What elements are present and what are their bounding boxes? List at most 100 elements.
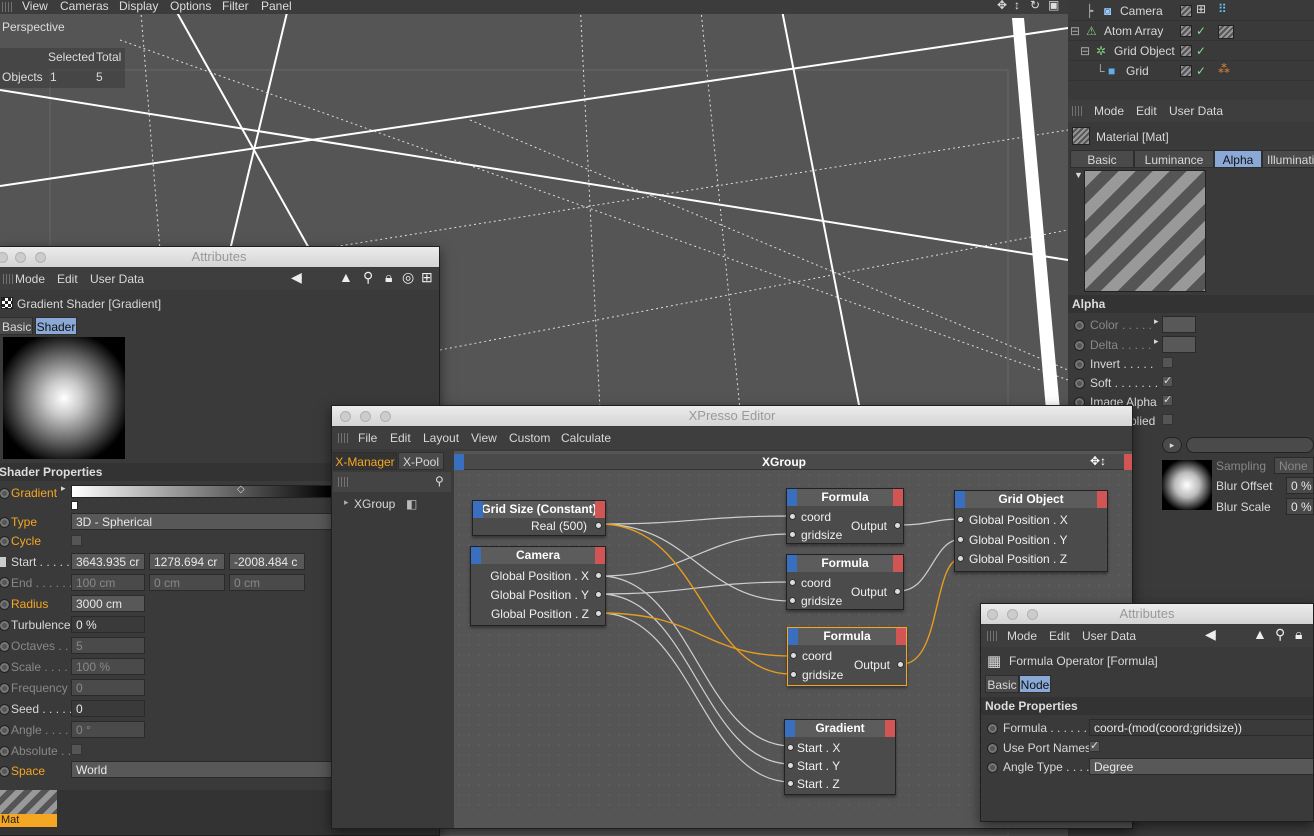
- play-icon[interactable]: ▸: [1162, 437, 1182, 453]
- angle-field[interactable]: 0 °: [71, 721, 145, 738]
- end-z-field[interactable]: 0 cm: [229, 574, 305, 591]
- input-port-dot[interactable]: [790, 671, 797, 678]
- material-tag-icon[interactable]: [1218, 25, 1234, 39]
- maximize-view-icon[interactable]: ▣: [1048, 0, 1059, 12]
- menu-cameras[interactable]: Cameras: [60, 0, 109, 13]
- angle-type-dropdown[interactable]: Degree: [1089, 758, 1313, 775]
- node-formula-3[interactable]: Formula coord gridsize Output: [787, 627, 907, 686]
- zoom-window-button[interactable]: [35, 252, 46, 263]
- frequency-field[interactable]: 0: [71, 679, 145, 696]
- zoom-window-button[interactable]: [1027, 609, 1038, 620]
- node-grid-object[interactable]: Grid Object Global Position . X Global P…: [954, 490, 1108, 572]
- input-port-dot[interactable]: [787, 780, 794, 787]
- menu-options[interactable]: Options: [170, 0, 211, 13]
- input-port-dot[interactable]: [957, 555, 964, 562]
- animate-radio[interactable]: [987, 723, 998, 734]
- type-dropdown[interactable]: 3D - Spherical: [71, 513, 333, 530]
- back-arrow-icon[interactable]: ◀̶: [1205, 626, 1216, 643]
- end-y-field[interactable]: 0 cm: [149, 574, 225, 591]
- tab-node[interactable]: Node: [1019, 675, 1051, 693]
- animate-radio[interactable]: [0, 620, 10, 631]
- object-row-camera[interactable]: ┝ ◙ Camera ⊞ ⠿: [1068, 1, 1314, 21]
- scale-field[interactable]: 100 %: [71, 658, 145, 675]
- camera-tag-icon[interactable]: ⊞: [1196, 2, 1206, 16]
- search-icon[interactable]: ⚲: [363, 269, 373, 286]
- animate-radio[interactable]: [0, 517, 10, 528]
- animate-radio[interactable]: [0, 488, 10, 499]
- object-row-atom-array[interactable]: ⊟ ⚠ Atom Array ✓: [1068, 21, 1314, 41]
- blur-scale-field[interactable]: 0 %: [1286, 498, 1314, 515]
- animate-radio[interactable]: [0, 599, 10, 610]
- gradient-midpoint-knot[interactable]: ◇: [237, 484, 245, 495]
- keyframe-icon[interactable]: [0, 557, 6, 567]
- output-port-dot[interactable]: [894, 588, 901, 595]
- tab-luminance[interactable]: Luminance: [1134, 150, 1214, 168]
- search-icon[interactable]: ⚲: [1275, 626, 1285, 643]
- gradient-bar[interactable]: [71, 485, 333, 498]
- output-port-dot[interactable]: [595, 572, 602, 579]
- animate-radio[interactable]: [0, 536, 10, 547]
- back-arrow-icon[interactable]: ◀̶: [291, 269, 302, 286]
- tab-alpha[interactable]: Alpha: [1214, 150, 1262, 168]
- animate-radio[interactable]: [0, 577, 10, 588]
- input-port-dot[interactable]: [789, 597, 796, 604]
- titlebar[interactable]: Attributes: [0, 247, 439, 267]
- object-row-grid[interactable]: └ ■ Grid ✓ ⁂: [1068, 61, 1314, 81]
- seed-field[interactable]: 0: [71, 700, 145, 717]
- tab-basic[interactable]: Basic: [985, 675, 1019, 693]
- up-arrow-icon[interactable]: ▲: [1253, 626, 1267, 642]
- output-port-dot[interactable]: [595, 591, 602, 598]
- animate-radio[interactable]: [1074, 359, 1085, 370]
- object-row-grid-object[interactable]: ⊟ ✲ Grid Object ✓: [1068, 41, 1314, 61]
- target-icon[interactable]: ◎: [402, 269, 414, 286]
- menu-view[interactable]: View: [22, 0, 48, 13]
- lock-icon[interactable]: 🔒︎: [385, 269, 392, 286]
- expand-arrow-icon[interactable]: ▼: [1074, 170, 1083, 180]
- animate-radio[interactable]: [0, 683, 10, 694]
- enabled-check-icon[interactable]: ✓: [1196, 64, 1206, 78]
- start-y-field[interactable]: 1278.694 cr: [149, 553, 225, 570]
- menu-display[interactable]: Display: [119, 0, 158, 13]
- input-port-dot[interactable]: [789, 531, 796, 538]
- output-port-dot[interactable]: [595, 522, 602, 529]
- octaves-field[interactable]: 5: [71, 637, 145, 654]
- menu-edit[interactable]: Edit: [57, 272, 78, 286]
- visibility-icon[interactable]: [1180, 45, 1192, 57]
- delta-swatch[interactable]: [1162, 336, 1196, 353]
- menu-filter[interactable]: Filter: [222, 0, 249, 13]
- invert-checkbox[interactable]: [1162, 357, 1173, 368]
- gradient-knot[interactable]: [71, 501, 78, 510]
- menu-mode[interactable]: Mode: [1007, 629, 1037, 643]
- visibility-icon[interactable]: [1180, 5, 1192, 17]
- rotate-view-icon[interactable]: ↻: [1030, 0, 1040, 12]
- menu-user-data[interactable]: User Data: [90, 272, 144, 286]
- use-port-names-checkbox[interactable]: ✓: [1089, 741, 1100, 752]
- input-port-dot[interactable]: [957, 536, 964, 543]
- material-thumbnail[interactable]: [0, 790, 57, 814]
- animate-radio[interactable]: [1074, 340, 1085, 351]
- animate-radio[interactable]: [987, 762, 998, 773]
- animate-radio[interactable]: [987, 743, 998, 754]
- minimize-window-button[interactable]: [1007, 609, 1018, 620]
- animate-radio[interactable]: [1074, 320, 1085, 331]
- node-formula-1[interactable]: Formula coord gridsize Output: [786, 488, 904, 544]
- input-port-dot[interactable]: [787, 744, 794, 751]
- minimize-window-button[interactable]: [15, 252, 26, 263]
- animate-radio[interactable]: [0, 725, 10, 736]
- menu-user-data[interactable]: User Data: [1082, 629, 1136, 643]
- protection-tag-icon[interactable]: ⠿: [1218, 2, 1227, 16]
- turbulence-field[interactable]: 0 %: [71, 616, 145, 633]
- move-view-icon[interactable]: ✥: [997, 0, 1007, 12]
- output-port-dot[interactable]: [595, 610, 602, 617]
- start-x-field[interactable]: 3643.935 cr: [71, 553, 145, 570]
- soft-checkbox[interactable]: ✓: [1162, 376, 1173, 387]
- new-panel-icon[interactable]: ⊞: [421, 269, 433, 286]
- lock-icon[interactable]: 🔒︎: [1295, 626, 1302, 643]
- node-grid-size[interactable]: Grid Size (Constant) Real (500): [472, 500, 606, 536]
- cycle-checkbox[interactable]: [71, 535, 82, 546]
- input-port-dot[interactable]: [789, 579, 796, 586]
- animate-radio[interactable]: [0, 766, 10, 777]
- output-port-dot[interactable]: [897, 661, 904, 668]
- start-z-field[interactable]: -2008.484 c: [229, 553, 305, 570]
- menu-edit[interactable]: Edit: [1049, 629, 1070, 643]
